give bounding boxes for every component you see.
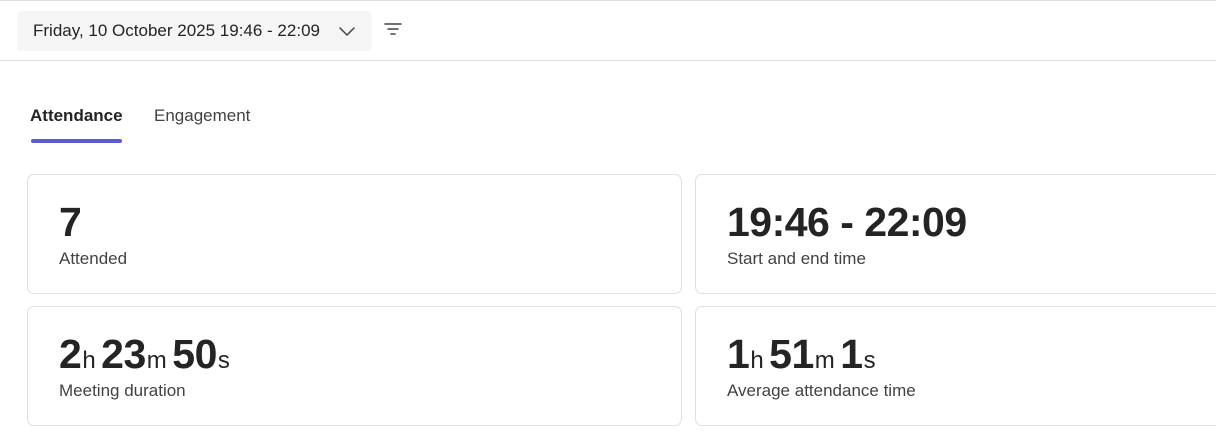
duration-minutes-unit: m [146,347,167,374]
tab-engagement[interactable]: Engagement [154,106,250,126]
chevron-down-icon [338,23,356,39]
filter-button[interactable] [380,19,406,43]
tab-attendance[interactable]: Attendance [30,106,123,126]
meeting-duration-label: Meeting duration [59,381,186,400]
date-range-label: Friday, 10 October 2025 19:46 - 22:09 [33,21,320,40]
duration-minutes: 23 [101,331,146,377]
average-hours: 1 [727,331,750,377]
attended-card: 7 Attended [27,174,682,294]
attended-label: Attended [59,249,128,268]
average-attendance-card: 1h 51m 1s Average attendance time [695,306,1216,426]
average-seconds: 1 [840,331,863,377]
start-end-time-value: 19:46 - 22:09 [727,199,967,245]
meeting-duration-card: 2h 23m 50s Meeting duration [27,306,682,426]
attended-count: 7 [59,199,82,245]
average-seconds-unit: s [863,347,876,374]
duration-seconds: 50 [172,331,217,377]
start-end-time-card: 19:46 - 22:09 Start and end time [695,174,1216,294]
duration-hours: 2 [59,331,82,377]
average-hours-unit: h [750,347,764,374]
duration-seconds-unit: s [217,347,230,374]
date-range-dropdown[interactable]: Friday, 10 October 2025 19:46 - 22:09 [17,11,372,51]
duration-hours-unit: h [82,347,96,374]
start-end-time-label: Start and end time [727,249,866,268]
average-attendance-label: Average attendance time [727,381,916,400]
average-attendance-value: 1h 51m 1s [727,331,876,384]
average-minutes: 51 [769,331,814,377]
filter-icon [383,21,403,42]
average-minutes-unit: m [814,347,835,374]
meeting-duration-value: 2h 23m 50s [59,331,230,384]
selected-tab-indicator [31,139,122,143]
toolbar: Friday, 10 October 2025 19:46 - 22:09 [0,0,1216,61]
